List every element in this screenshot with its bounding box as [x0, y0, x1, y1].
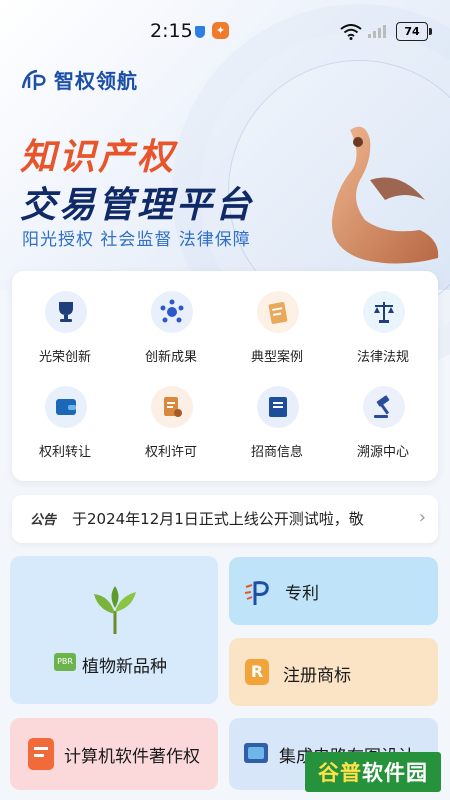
grid-item-5[interactable]: 权利转让 — [12, 271, 118, 460]
tile-plant-label: 植物新品种 — [82, 657, 167, 677]
announcement-bar[interactable]: 公告 于2024年12月1日正式上线公开测试啦，敬 › — [12, 495, 438, 543]
circuit-chip-icon — [244, 743, 268, 763]
status-time: 2:15 — [150, 20, 193, 42]
tile-software-label: 计算机软件著作权 — [64, 747, 200, 767]
tile-patent-label: 专利 — [285, 584, 319, 604]
logo-text: 智权领航 — [54, 68, 138, 93]
app-logo: 智权领航 — [20, 66, 138, 93]
tile-trademark[interactable]: R 注册商标 — [229, 638, 438, 706]
wifi-icon — [340, 24, 362, 44]
logo-mark-icon — [20, 68, 50, 90]
tile-trademark-label: 注册商标 — [283, 666, 351, 686]
feature-grid-card: 光荣创新 创新成果 典型案例 法律法规 权利转让 权利许可 招商信息 溯源中心 — [12, 271, 438, 481]
tile-patent[interactable]: 专利 — [229, 557, 438, 625]
grid-item-label: 招商信息 — [250, 445, 303, 460]
software-document-icon — [28, 738, 54, 770]
grid-item-label: 溯源中心 — [356, 445, 409, 460]
tile-software-copyright[interactable]: 计算机软件著作权 — [10, 718, 218, 790]
feature-grid: 光荣创新 创新成果 典型案例 法律法规 权利转让 权利许可 招商信息 溯源中心 — [12, 271, 438, 481]
watermark-badge: 谷普 软件园 — [305, 752, 441, 792]
grid-item-label: 权利许可 — [144, 445, 197, 460]
license-icon — [151, 386, 193, 428]
grid-item-label: 权利转让 — [38, 445, 91, 460]
app-notification-icon: ✦ — [212, 22, 229, 39]
book-icon — [257, 386, 299, 428]
announcement-text: 于2024年12月1日正式上线公开测试啦，敬 — [72, 510, 364, 528]
grid-item-6[interactable]: 权利许可 — [118, 271, 224, 460]
announcement-tag: 公告 — [25, 509, 56, 530]
gavel-icon — [363, 386, 405, 428]
bronze-ornament-illustration — [331, 126, 439, 264]
shield-icon — [195, 26, 205, 38]
watermark-part2: 软件园 — [362, 761, 428, 785]
grid-item-7[interactable]: 招商信息 — [224, 271, 330, 460]
patent-icon — [244, 581, 269, 605]
grid-item-8[interactable]: 溯源中心 — [330, 271, 436, 460]
trademark-r-icon: R — [245, 659, 269, 685]
status-bar: 2:15 ✦ 74 — [0, 0, 450, 60]
signal-icon — [368, 24, 390, 38]
tile-plant-variety[interactable]: PBR 植物新品种 — [10, 556, 218, 704]
wallet-icon — [45, 386, 87, 428]
hero-title-line2: 交易管理平台 — [20, 185, 255, 226]
chevron-right-icon: › — [418, 507, 426, 528]
hero-title-line1: 知识产权 — [20, 137, 177, 178]
pbr-badge-icon: PBR — [54, 653, 76, 671]
plant-leaf-icon — [94, 586, 136, 634]
battery-indicator: 74 — [396, 22, 432, 41]
watermark-part1: 谷普 — [318, 761, 362, 785]
hero-slogan: 阳光授权 社会监督 法律保障 — [22, 230, 251, 250]
